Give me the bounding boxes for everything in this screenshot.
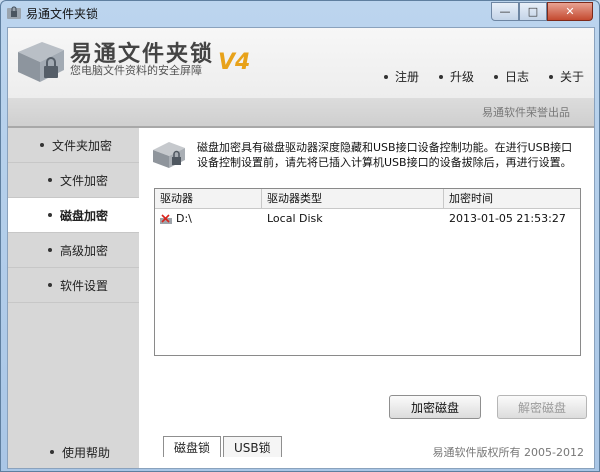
cell-drive: D:\ <box>155 209 262 229</box>
bullet-icon <box>48 283 52 287</box>
sidebar-item-label: 高级加密 <box>60 243 109 258</box>
minimize-button[interactable]: — <box>491 2 519 21</box>
help-label: 使用帮助 <box>62 445 111 460</box>
tab-disk-lock[interactable]: 磁盘锁 <box>163 436 222 457</box>
client-area: 易通文件夹锁 您电脑文件资料的安全屏障 V4 注册 升级 日志 关于 易通软件荣… <box>7 27 595 469</box>
maximize-button[interactable]: □ <box>519 2 547 21</box>
bullet-icon <box>439 74 443 79</box>
sidebar-item-advanced-encrypt[interactable]: 高级加密 <box>8 233 139 268</box>
nav-label: 注册 <box>395 70 420 84</box>
copyright-text: 易通软件版权所有 2005-2012 <box>432 446 584 459</box>
bullet-icon <box>50 450 54 454</box>
top-nav: 注册 升级 日志 关于 <box>384 68 599 85</box>
table-header: 驱动器 驱动器类型 加密时间 <box>155 189 580 209</box>
lock-folder-icon <box>7 6 21 19</box>
table-row[interactable]: D:\ Local Disk 2013-01-05 21:53:27 <box>155 209 580 229</box>
nav-about[interactable]: 关于 <box>549 68 599 85</box>
nav-label: 日志 <box>505 70 530 84</box>
sidebar: 文件夹加密 文件加密 磁盘加密 高级加密 软件设置 使用帮助 <box>8 128 139 468</box>
bullet-icon <box>48 178 52 182</box>
column-header-drive[interactable]: 驱动器 <box>155 189 262 208</box>
sidebar-item-settings[interactable]: 软件设置 <box>8 268 139 303</box>
disk-lock-icon <box>153 142 185 168</box>
app-window: 易通文件夹锁 — □ ✕ 易通文件夹锁 您电脑文件资料的安全屏障 V4 注册 升… <box>0 0 600 472</box>
bullet-icon <box>549 74 553 79</box>
sidebar-item-folder-encrypt[interactable]: 文件夹加密 <box>8 128 139 163</box>
sidebar-item-label: 磁盘加密 <box>60 208 109 223</box>
sidebar-item-label: 软件设置 <box>60 278 109 293</box>
nav-log[interactable]: 日志 <box>494 68 549 85</box>
window-title: 易通文件夹锁 <box>26 7 99 21</box>
window-controls: — □ ✕ <box>491 2 593 21</box>
description-text: 磁盘加密具有磁盘驱动器深度隐藏和USB接口设备控制功能。在进行USB接口设备控制… <box>197 141 573 169</box>
decrypt-disk-button[interactable]: 解密磁盘 <box>497 395 587 419</box>
tab-usb-lock[interactable]: USB锁 <box>223 436 282 457</box>
app-tagline: 您电脑文件资料的安全屏障 <box>70 64 202 77</box>
nav-register[interactable]: 注册 <box>384 68 439 85</box>
header-strip: 易通软件荣誉出品 <box>8 98 594 126</box>
folder-lock-logo-icon <box>18 42 64 82</box>
column-header-type[interactable]: 驱动器类型 <box>262 189 444 208</box>
brand-text: 易通软件荣誉出品 <box>482 106 570 119</box>
cell-type: Local Disk <box>267 212 323 225</box>
bullet-icon <box>48 248 52 252</box>
cell-time: 2013-01-05 21:53:27 <box>449 212 566 225</box>
app-header: 易通文件夹锁 您电脑文件资料的安全屏障 V4 注册 升级 日志 关于 易通软件荣… <box>8 28 594 126</box>
drive-table: 驱动器 驱动器类型 加密时间 D:\ Local Disk 2013-01-05… <box>154 188 581 356</box>
encrypt-disk-button[interactable]: 加密磁盘 <box>389 395 481 419</box>
bullet-icon <box>384 74 388 79</box>
close-button[interactable]: ✕ <box>547 2 593 21</box>
nav-upgrade[interactable]: 升级 <box>439 68 494 85</box>
column-header-time[interactable]: 加密时间 <box>444 189 580 208</box>
bullet-icon <box>48 213 52 217</box>
tab-bar: 磁盘锁 USB锁 <box>163 436 284 458</box>
locked-disk-icon <box>160 213 172 224</box>
bullet-icon <box>494 74 498 79</box>
help-link[interactable]: 使用帮助 <box>8 436 139 468</box>
sidebar-item-label: 文件加密 <box>60 173 109 188</box>
sidebar-item-disk-encrypt[interactable]: 磁盘加密 <box>8 198 139 233</box>
main-panel: 磁盘加密具有磁盘驱动器深度隐藏和USB接口设备控制功能。在进行USB接口设备控制… <box>139 128 594 468</box>
version-badge: V4 <box>218 50 251 75</box>
drive-letter: D:\ <box>176 212 192 225</box>
sidebar-item-label: 文件夹加密 <box>52 138 113 153</box>
sidebar-item-file-encrypt[interactable]: 文件加密 <box>8 163 139 198</box>
title-bar[interactable]: 易通文件夹锁 — □ ✕ <box>1 1 599 25</box>
nav-label: 关于 <box>560 70 585 84</box>
nav-label: 升级 <box>450 70 475 84</box>
bullet-icon <box>40 143 44 147</box>
